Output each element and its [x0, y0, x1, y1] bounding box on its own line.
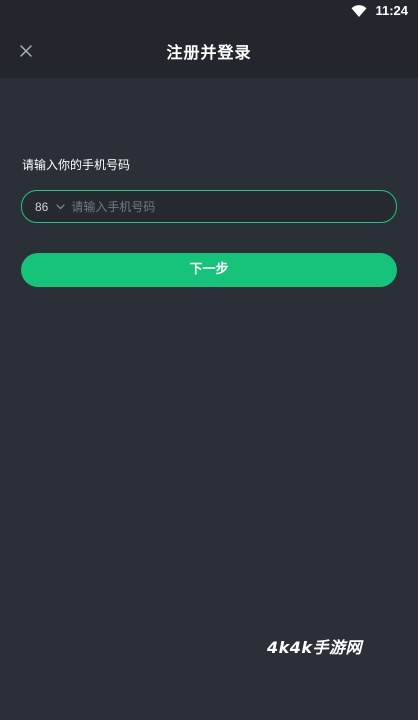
status-time: 11:24 — [375, 3, 408, 18]
page-title: 注册并登录 — [166, 43, 252, 62]
next-step-button[interactable]: 下一步 — [21, 253, 397, 287]
status-indicators: 11:24 — [351, 3, 408, 18]
title-bar: 注册并登录 — [0, 24, 418, 78]
watermark: 4k4k手游网 — [267, 638, 363, 657]
phone-prompt-label: 请输入你的手机号码 — [22, 158, 131, 172]
country-code-selector[interactable]: 86 — [35, 200, 65, 214]
phone-field: 86 — [21, 190, 397, 223]
country-code: 86 — [35, 199, 49, 214]
wifi-icon — [351, 4, 367, 17]
chevron-down-icon — [56, 203, 65, 209]
status-bar: 11:24 — [0, 0, 418, 24]
phone-number-input[interactable] — [71, 199, 384, 214]
